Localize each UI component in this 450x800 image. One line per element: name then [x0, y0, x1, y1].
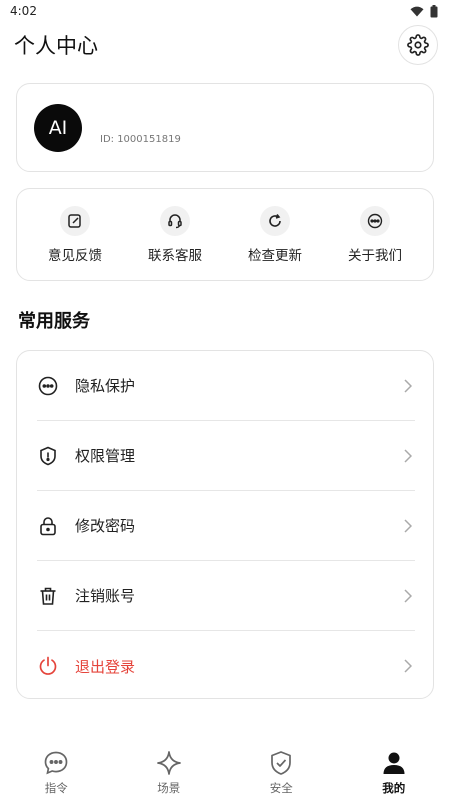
tab-commands[interactable]: 指令	[16, 744, 96, 796]
section-title: 常用服务	[18, 311, 90, 332]
privacy-protection-label: 隐私保护	[75, 377, 136, 395]
username	[100, 111, 181, 129]
tab-mine-label: 我的	[382, 781, 406, 795]
about-us-label: 关于我们	[348, 247, 402, 264]
delete-account-item[interactable]: 注销账号	[37, 561, 415, 631]
chevron-right-icon	[401, 448, 415, 463]
tab-scenes[interactable]: 场景	[129, 744, 209, 796]
settings-button[interactable]	[398, 25, 438, 65]
profile-info: ID: 1000151819	[100, 111, 181, 145]
person-icon	[383, 752, 405, 774]
more-dots-icon	[360, 205, 390, 236]
customer-service-label: 联系客服	[148, 247, 202, 264]
shield-icon	[37, 445, 59, 467]
feedback-button[interactable]: 意见反馈	[30, 205, 120, 264]
privacy-dots-icon	[37, 375, 59, 397]
logout-item[interactable]: 退出登录	[37, 631, 415, 701]
delete-account-label: 注销账号	[75, 587, 136, 605]
tab-commands-label: 指令	[44, 781, 68, 795]
sparkle-icon	[156, 751, 181, 775]
gear-icon	[407, 34, 429, 56]
power-icon	[37, 655, 59, 677]
chevron-right-icon	[401, 518, 415, 533]
chat-bubble-icon	[44, 751, 68, 775]
status-time: 4:02	[10, 4, 37, 18]
profile-card[interactable]: AI ID: 1000151819	[16, 83, 434, 172]
headset-icon	[160, 205, 190, 236]
bottom-tab-bar: 指令 场景 安全 我的	[0, 744, 450, 800]
change-password-item[interactable]: 修改密码	[37, 491, 415, 561]
status-bar: 4:02	[0, 0, 450, 22]
tab-security-label: 安全	[269, 781, 293, 795]
tab-mine[interactable]: 我的	[354, 744, 434, 796]
check-update-label: 检查更新	[248, 247, 302, 264]
privacy-protection-item[interactable]: 隐私保护	[37, 351, 415, 421]
user-id: ID: 1000151819	[100, 133, 181, 145]
tab-scenes-label: 场景	[157, 781, 181, 795]
refresh-icon	[260, 205, 290, 236]
shield-check-icon	[271, 751, 292, 775]
header: 个人中心	[14, 25, 438, 65]
status-icons	[410, 4, 438, 18]
wifi-icon	[410, 6, 424, 16]
page-title: 个人中心	[14, 34, 98, 58]
about-us-button[interactable]: 关于我们	[330, 205, 420, 264]
tab-security[interactable]: 安全	[241, 744, 321, 796]
lock-icon	[37, 515, 59, 537]
permission-management-item[interactable]: 权限管理	[37, 421, 415, 491]
change-password-label: 修改密码	[75, 517, 136, 535]
customer-service-button[interactable]: 联系客服	[130, 205, 220, 264]
quick-actions-card: 意见反馈 联系客服 检查更新 关于我们	[16, 188, 434, 281]
feedback-edit-icon	[60, 205, 90, 236]
feedback-label: 意见反馈	[48, 247, 102, 264]
trash-icon	[37, 585, 59, 607]
chevron-right-icon	[401, 659, 415, 673]
avatar: AI	[34, 103, 82, 152]
check-update-button[interactable]: 检查更新	[230, 205, 320, 264]
battery-icon	[430, 4, 438, 17]
chevron-right-icon	[401, 588, 415, 603]
services-list: 隐私保护 权限管理 修改密码 注销账号 退出登录	[16, 350, 434, 699]
logout-label: 退出登录	[75, 657, 136, 676]
permission-management-label: 权限管理	[75, 447, 136, 465]
chevron-right-icon	[401, 378, 415, 393]
